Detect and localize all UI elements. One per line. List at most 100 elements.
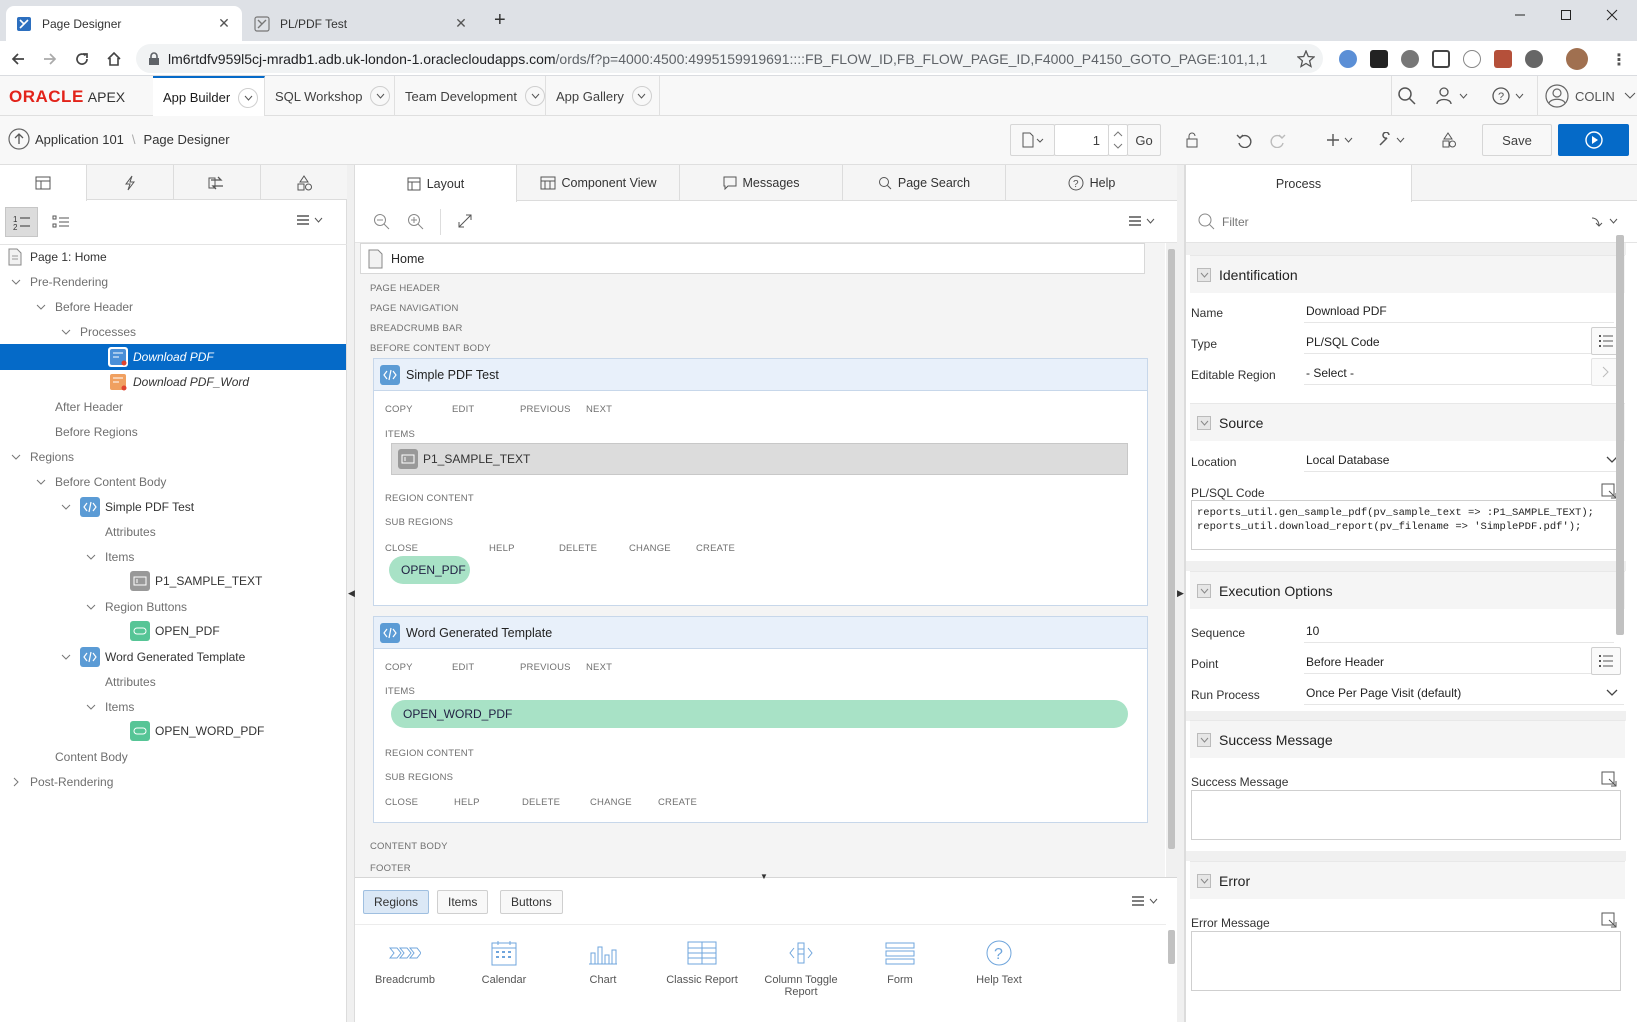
gallery-scrollbar[interactable]	[1168, 930, 1175, 964]
go-to-group-icon[interactable]	[1591, 215, 1621, 229]
tree-node-before-content-body[interactable]: Before Content Body	[55, 469, 166, 495]
text-editor-expand-icon[interactable]	[1601, 771, 1617, 787]
create-menu-icon[interactable]	[1318, 124, 1362, 156]
success-message-textarea[interactable]	[1191, 790, 1621, 840]
tree-node-open-word-pdf[interactable]: OPEN_WORD_PDF	[130, 718, 264, 744]
zoom-in-icon[interactable]	[407, 213, 425, 231]
bookmark-star-icon[interactable]	[1297, 50, 1315, 68]
layout-canvas[interactable]: Home PAGE HEADER PAGE NAVIGATION BREADCR…	[355, 243, 1165, 877]
collapse-section-icon[interactable]	[1197, 583, 1211, 598]
admin-menu-icon[interactable]	[1436, 86, 1472, 106]
extension-icon[interactable]	[1370, 50, 1388, 68]
tab-page-search[interactable]: Page Search	[843, 165, 1006, 201]
gallery-column-toggle-report[interactable]: Column Toggle Report	[756, 938, 846, 998]
point-select[interactable]: Before Header	[1304, 650, 1614, 674]
go-button[interactable]: Go	[1127, 124, 1161, 156]
section-execution-options[interactable]: Execution Options	[1190, 571, 1625, 609]
region-word-generated-template[interactable]: Word Generated Template COPY EDIT PREVIO…	[373, 616, 1148, 823]
nav-team-development[interactable]: Team Development	[395, 76, 546, 116]
reload-icon[interactable]	[72, 49, 92, 69]
error-message-textarea[interactable]	[1191, 931, 1621, 991]
collapse-left-icon[interactable]: ◀	[348, 588, 355, 599]
browser-tab-page-designer[interactable]: Page Designer ✕	[6, 6, 242, 41]
section-error[interactable]: Error	[1190, 861, 1625, 899]
screenshot-extension-icon[interactable]	[1432, 50, 1450, 68]
chevron-down-icon[interactable]	[238, 87, 259, 108]
nav-app-builder[interactable]: App Builder	[153, 76, 265, 117]
collapse-section-icon[interactable]	[1197, 267, 1211, 282]
gallery-chart[interactable]: Chart	[558, 938, 648, 986]
page-box-home[interactable]: Home	[360, 243, 1145, 274]
extension-icon[interactable]	[1401, 50, 1419, 68]
section-success-message[interactable]: Success Message	[1190, 720, 1625, 758]
point-list-icon[interactable]	[1591, 647, 1621, 675]
run-page-button[interactable]	[1558, 124, 1629, 156]
tree-node-download-pdf[interactable]: Download PDF	[0, 344, 346, 370]
redo-icon[interactable]	[1262, 124, 1294, 156]
tree-node-regions[interactable]: Regions	[30, 444, 74, 470]
tree-node-content-body[interactable]: Content Body	[55, 744, 128, 770]
user-menu[interactable]: COLIN	[1545, 84, 1637, 108]
tree-node-simple-pdf-test[interactable]: Simple PDF Test	[80, 494, 194, 520]
page-number-stepper[interactable]	[1108, 124, 1128, 156]
gallery-menu-icon[interactable]	[1131, 895, 1161, 909]
utilities-wrench-icon[interactable]	[1370, 124, 1414, 156]
profile-avatar[interactable]	[1566, 48, 1588, 70]
canvas-scrollbar[interactable]	[1166, 243, 1177, 877]
property-scrollbar[interactable]	[1616, 235, 1624, 635]
layout-menu-icon[interactable]	[1128, 215, 1158, 229]
tab-messages[interactable]: Messages	[680, 165, 843, 201]
button-open-word-pdf[interactable]: OPEN_WORD_PDF	[391, 700, 1128, 728]
tree-node-region-buttons[interactable]: Region Buttons	[105, 594, 187, 620]
tree-node-attributes[interactable]: Attributes	[105, 519, 156, 545]
shared-components-icon[interactable]	[1432, 124, 1464, 156]
pdf-extension-icon[interactable]	[1494, 50, 1512, 68]
tab-rendering[interactable]	[0, 165, 87, 201]
tree-node-before-header[interactable]: Before Header	[55, 294, 133, 320]
tab-component-view[interactable]: Component View	[517, 165, 680, 201]
search-icon[interactable]	[1397, 86, 1417, 106]
tree-node-pre-rendering[interactable]: Pre-Rendering	[30, 269, 108, 295]
type-select[interactable]: PL/SQL Code	[1304, 330, 1614, 354]
tree-node-processes[interactable]: Processes	[80, 319, 136, 345]
close-tab-icon[interactable]: ✕	[453, 15, 469, 32]
button-open-pdf[interactable]: OPEN_PDF	[389, 556, 470, 584]
tree-node-p1-sample-text[interactable]: P1_SAMPLE_TEXT	[130, 568, 262, 594]
close-window-icon[interactable]	[1589, 0, 1635, 30]
page-finder-button[interactable]	[1010, 124, 1055, 156]
view-by-processing-order-icon[interactable]: 12	[5, 207, 38, 237]
tree-menu-icon[interactable]	[296, 214, 326, 228]
gallery-help-text[interactable]: ? Help Text	[954, 938, 1044, 986]
gallery-tab-items[interactable]: Items	[437, 890, 489, 914]
nav-sql-workshop[interactable]: SQL Workshop	[265, 76, 395, 116]
tab-process[interactable]: Process	[1186, 165, 1412, 202]
collapse-section-icon[interactable]	[1197, 732, 1211, 747]
plsql-code-editor[interactable]: reports_util.gen_sample_pdf(pv_sample_te…	[1191, 500, 1621, 550]
page-number-input[interactable]: 1	[1054, 124, 1109, 156]
oracle-apex-logo[interactable]: ORACLE APEX	[9, 87, 125, 107]
tab-processing[interactable]	[174, 165, 261, 200]
forward-arrow-icon[interactable]	[40, 49, 60, 69]
tree-node-items[interactable]: Items	[105, 544, 134, 570]
tree-node-word-generated-template[interactable]: Word Generated Template	[80, 644, 245, 670]
tab-layout[interactable]: Layout	[355, 165, 517, 202]
editable-region-select[interactable]: - Select -	[1304, 361, 1614, 385]
tab-dynamic-actions[interactable]	[87, 165, 174, 200]
tree-node-open-pdf[interactable]: OPEN_PDF	[130, 618, 220, 644]
undo-icon[interactable]	[1228, 124, 1260, 156]
tree-node-items[interactable]: Items	[105, 694, 134, 720]
gallery-breadcrumb[interactable]: Breadcrumb	[360, 938, 450, 986]
code-editor-expand-icon[interactable]	[1601, 483, 1617, 499]
name-field[interactable]: Download PDF	[1304, 299, 1614, 323]
location-select[interactable]: Local Database	[1304, 448, 1624, 472]
chevron-down-icon[interactable]	[370, 86, 391, 106]
gallery-calendar[interactable]: Calendar	[459, 938, 549, 986]
back-arrow-icon[interactable]	[8, 49, 28, 69]
run-process-select[interactable]: Once Per Page Visit (default)	[1304, 681, 1624, 705]
item-p1-sample-text[interactable]: P1_SAMPLE_TEXT	[391, 443, 1128, 475]
property-filter-input[interactable]	[1222, 209, 1562, 235]
chevron-down-icon[interactable]	[631, 86, 652, 106]
breadcrumb-application[interactable]: Application 101	[35, 132, 124, 147]
gallery-tab-buttons[interactable]: Buttons	[500, 890, 563, 914]
tab-help[interactable]: ? Help	[1006, 165, 1177, 201]
